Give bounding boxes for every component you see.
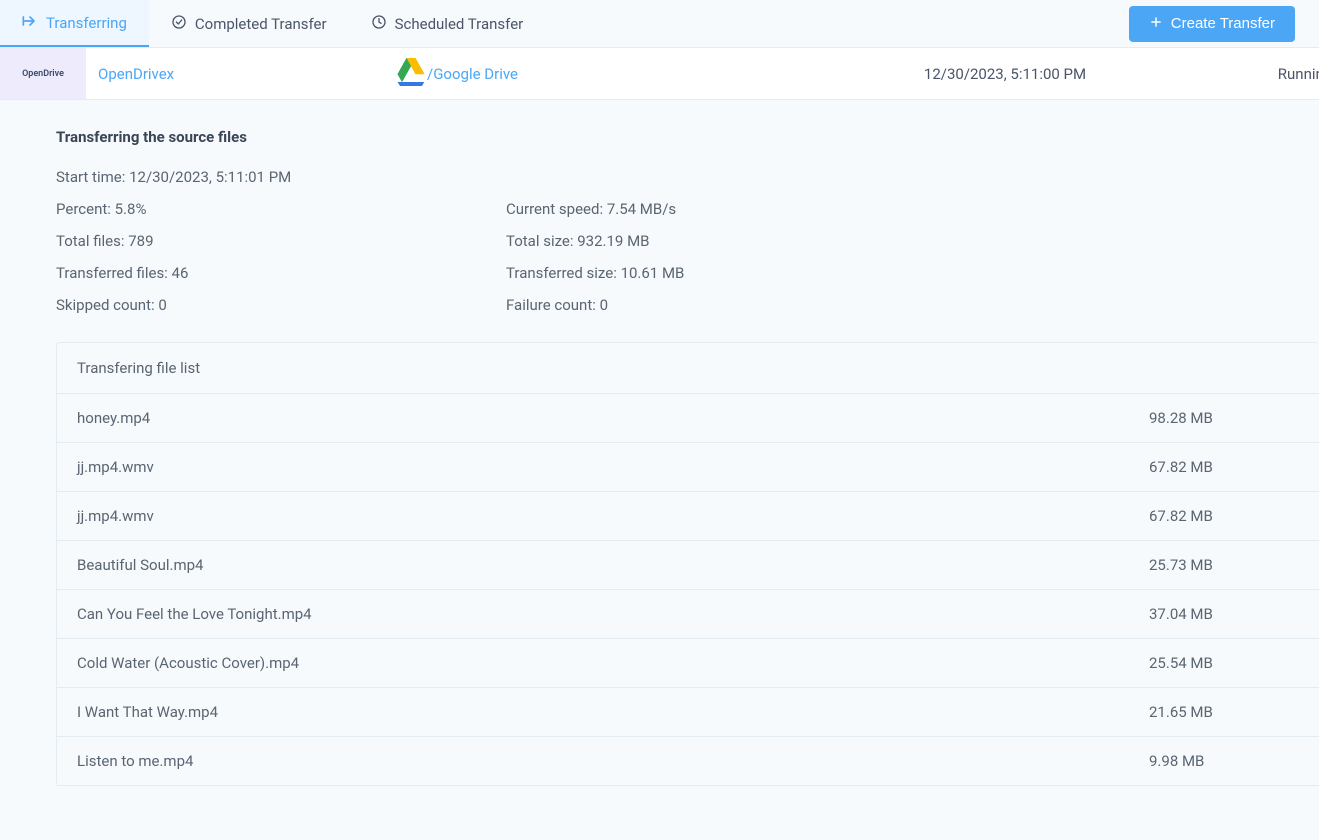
file-name: Beautiful Soul.mp4 [77, 556, 1149, 574]
transfer-status: Running [1278, 65, 1319, 83]
stat-transferred-files: Transferred files: 46 [56, 264, 506, 282]
file-name: I Want That Way.mp4 [77, 703, 1149, 721]
file-row: Cold Water (Acoustic Cover).mp425.54 MB [57, 639, 1319, 688]
file-list: Transfering file list honey.mp498.28 MBj… [56, 342, 1319, 786]
details-heading: Transferring the source files [56, 128, 1319, 146]
transfer-timestamp: 12/30/2023, 5:11:00 PM [924, 65, 1086, 83]
tabs: Transferring Completed Transfer Schedule… [0, 0, 545, 47]
clock-icon [371, 14, 387, 34]
stat-start-time: Start time: 12/30/2023, 5:11:01 PM [56, 168, 956, 186]
file-size: 37.04 MB [1149, 605, 1299, 623]
tab-label: Scheduled Transfer [395, 15, 524, 33]
file-name: Listen to me.mp4 [77, 752, 1149, 770]
file-size: 67.82 MB [1149, 458, 1299, 476]
tab-label: Completed Transfer [195, 15, 327, 33]
tab-label: Transferring [46, 14, 127, 32]
file-name: honey.mp4 [77, 409, 1149, 427]
source-logo: OpenDrive [0, 48, 86, 99]
file-row: Listen to me.mp49.98 MB [57, 737, 1319, 786]
transferring-icon [22, 13, 38, 33]
stats-grid: Start time: 12/30/2023, 5:11:01 PM Perce… [56, 168, 1319, 314]
stat-transferred-size: Transferred size: 10.61 MB [506, 264, 956, 282]
plus-icon [1149, 15, 1163, 33]
file-row: I Want That Way.mp421.65 MB [57, 688, 1319, 737]
file-size: 67.82 MB [1149, 507, 1299, 525]
file-row: Beautiful Soul.mp425.73 MB [57, 541, 1319, 590]
file-size: 25.73 MB [1149, 556, 1299, 574]
file-name: jj.mp4.wmv [77, 458, 1149, 476]
stat-percent: Percent: 5.8% [56, 200, 506, 218]
file-name: Can You Feel the Love Tonight.mp4 [77, 605, 1149, 623]
file-row: Can You Feel the Love Tonight.mp437.04 M… [57, 590, 1319, 639]
google-drive-icon [395, 58, 427, 90]
stat-total-size: Total size: 932.19 MB [506, 232, 956, 250]
file-list-header: Transfering file list [57, 343, 1319, 394]
file-row: jj.mp4.wmv67.82 MB [57, 443, 1319, 492]
file-size: 21.65 MB [1149, 703, 1299, 721]
file-name: Cold Water (Acoustic Cover).mp4 [77, 654, 1149, 672]
tab-scheduled[interactable]: Scheduled Transfer [349, 0, 546, 47]
file-size: 25.54 MB [1149, 654, 1299, 672]
tab-completed[interactable]: Completed Transfer [149, 0, 349, 47]
stat-failure: Failure count: 0 [506, 296, 956, 314]
file-size: 98.28 MB [1149, 409, 1299, 427]
source-name: OpenDrivex [98, 65, 174, 83]
stat-skipped: Skipped count: 0 [56, 296, 506, 314]
file-row: honey.mp498.28 MB [57, 394, 1319, 443]
topbar: Transferring Completed Transfer Schedule… [0, 0, 1319, 48]
tab-transferring[interactable]: Transferring [0, 0, 149, 47]
file-size: 9.98 MB [1149, 752, 1299, 770]
source-logo-text: OpenDrive [22, 69, 64, 79]
create-button-label: Create Transfer [1171, 15, 1275, 32]
destination-name: /Google Drive [427, 65, 518, 83]
stat-total-files: Total files: 789 [56, 232, 506, 250]
check-circle-icon [171, 14, 187, 34]
file-row: jj.mp4.wmv67.82 MB [57, 492, 1319, 541]
file-name: jj.mp4.wmv [77, 507, 1149, 525]
create-transfer-button[interactable]: Create Transfer [1129, 6, 1295, 42]
stat-speed: Current speed: 7.54 MB/s [506, 200, 956, 218]
transfer-details: Transferring the source files Start time… [0, 100, 1319, 786]
transfer-row[interactable]: OpenDrive OpenDrivex /Google Drive 12/30… [0, 48, 1319, 100]
